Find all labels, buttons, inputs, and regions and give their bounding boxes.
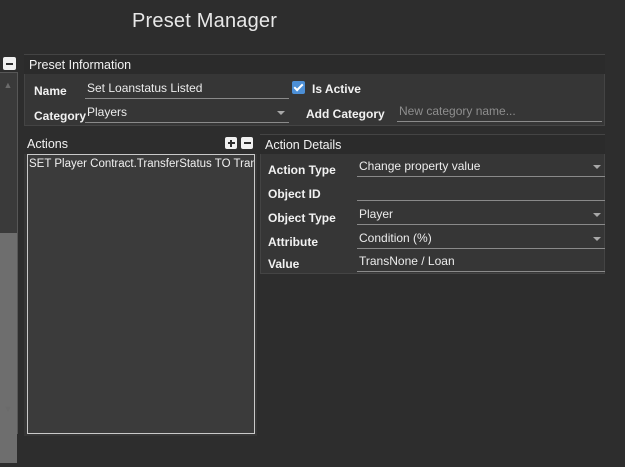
- chevron-down-icon: [277, 111, 285, 115]
- action-details-body: Action Type Change property value Object…: [260, 154, 605, 274]
- action-type-label: Action Type: [268, 163, 336, 177]
- is-active-label[interactable]: Is Active: [312, 82, 361, 96]
- action-details-group: Action Details Action Type Change proper…: [260, 134, 605, 274]
- object-type-selected: Player: [359, 207, 394, 221]
- action-type-dropdown[interactable]: Change property value: [357, 157, 605, 177]
- actions-group: Actions SET Player Contract.TransferStat…: [24, 134, 257, 436]
- minus-icon[interactable]: [241, 137, 253, 149]
- value-field[interactable]: [357, 252, 605, 272]
- category-dropdown[interactable]: Players: [85, 103, 289, 123]
- attribute-label: Attribute: [268, 235, 318, 249]
- attribute-selected: Condition (%): [359, 231, 432, 245]
- scrollbar-thumb[interactable]: [0, 233, 17, 463]
- value-input[interactable]: [359, 254, 605, 268]
- actions-list[interactable]: SET Player Contract.TransferStatus TO Tr…: [27, 154, 255, 434]
- name-label: Name: [34, 84, 67, 98]
- scroll-down-icon[interactable]: ▼: [2, 403, 14, 415]
- object-type-dropdown[interactable]: Player: [357, 205, 605, 225]
- scroll-up-icon[interactable]: ▲: [2, 79, 14, 91]
- action-type-selected: Change property value: [359, 159, 481, 173]
- plus-icon[interactable]: [225, 137, 237, 149]
- left-panel-scrollbar[interactable]: ▲ ▼: [0, 72, 18, 463]
- chevron-down-icon: [593, 237, 601, 241]
- action-details-header: Action Details: [260, 134, 605, 154]
- name-field[interactable]: [85, 79, 289, 99]
- add-category-label: Add Category: [306, 107, 385, 121]
- is-active-checkbox[interactable]: [292, 81, 305, 94]
- preset-information-body: Name Category Players Is Active Add Cate…: [24, 74, 605, 126]
- actions-header: Actions: [24, 134, 257, 154]
- object-id-label: Object ID: [268, 187, 321, 201]
- object-type-label: Object Type: [268, 211, 336, 225]
- object-id-input[interactable]: [359, 183, 605, 197]
- list-item[interactable]: SET Player Contract.TransferStatus TO Tr…: [28, 155, 254, 171]
- chevron-down-icon: [593, 213, 601, 217]
- attribute-dropdown[interactable]: Condition (%): [357, 229, 605, 249]
- category-label: Category: [34, 109, 87, 123]
- object-id-field[interactable]: [357, 181, 605, 201]
- window-title: Preset Manager: [132, 10, 278, 32]
- category-selected: Players: [87, 105, 128, 119]
- chevron-down-icon: [593, 165, 601, 169]
- add-category-field[interactable]: [397, 102, 602, 122]
- name-input[interactable]: [87, 81, 289, 95]
- value-label: Value: [268, 257, 300, 271]
- preset-information-header: Preset Information: [24, 54, 605, 74]
- collapse-left-panel-button[interactable]: [3, 57, 16, 70]
- add-category-input[interactable]: [399, 104, 602, 118]
- preset-information-group: Preset Information Name Category Players…: [24, 54, 605, 126]
